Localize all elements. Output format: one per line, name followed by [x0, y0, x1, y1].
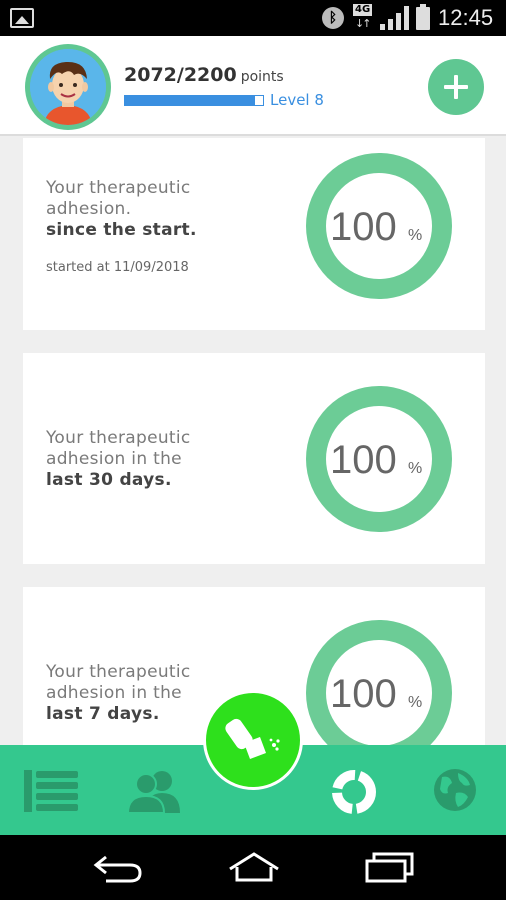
system-nav-bar	[0, 835, 506, 900]
level-label: Level 8	[270, 91, 324, 109]
list-icon	[24, 770, 78, 812]
tab-list[interactable]	[0, 745, 104, 835]
adhesion-chart-icon	[332, 770, 376, 814]
gallery-notification-icon	[10, 8, 34, 28]
tab-world[interactable]	[404, 745, 506, 835]
adhesion-value: 100	[330, 672, 397, 716]
adhesion-card-since-start: Your therapeutic adhesion. since the sta…	[23, 138, 485, 330]
card-line-3: since the start.	[46, 220, 197, 240]
card-line-3: last 7 days.	[46, 704, 160, 724]
bluetooth-icon: ᛒ	[322, 7, 344, 29]
inhaler-icon	[225, 718, 280, 759]
adhesion-unit: %	[408, 227, 423, 244]
adhesion-value: 100	[330, 438, 397, 482]
card-description: Your therapeutic adhesion in the last 30…	[46, 428, 191, 491]
card-description: Your therapeutic adhesion in the last 7 …	[46, 662, 191, 725]
tab-community[interactable]	[104, 745, 204, 835]
back-icon[interactable]	[90, 853, 144, 883]
points-value: 2072/2200	[124, 64, 237, 86]
status-bar: ᛒ 4G ↓↑ 12:45	[0, 0, 506, 36]
people-icon	[126, 771, 180, 813]
adhesion-unit: %	[408, 460, 423, 477]
level-progress-bar	[124, 95, 264, 106]
adhesion-card-30-days: Your therapeutic adhesion in the last 30…	[23, 353, 485, 564]
points-suffix: points	[240, 69, 284, 85]
card-line-3: last 30 days.	[46, 470, 172, 490]
tab-adhesion[interactable]	[304, 745, 404, 835]
home-icon[interactable]	[226, 851, 282, 883]
card-line-1: Your therapeutic	[46, 428, 191, 448]
adhesion-value: 100	[330, 205, 397, 249]
card-line-2: adhesion in the	[46, 449, 182, 469]
adhesion-ring: 100 %	[306, 386, 452, 532]
points-counter: 2072/2200 points	[124, 64, 284, 86]
clock: 12:45	[438, 5, 494, 30]
battery-icon	[416, 4, 430, 30]
card-line-1: Your therapeutic	[46, 662, 191, 682]
card-start-date: started at 11/09/2018	[46, 260, 189, 275]
network-type-badge: 4G	[353, 4, 373, 16]
add-button[interactable]	[428, 59, 484, 115]
card-line-2: adhesion in the	[46, 683, 182, 703]
avatar[interactable]	[25, 44, 111, 130]
globe-icon	[434, 769, 476, 811]
card-description: Your therapeutic adhesion. since the sta…	[46, 178, 197, 241]
avatar-image	[30, 49, 106, 125]
recent-apps-icon[interactable]	[364, 851, 416, 883]
app-header: 2072/2200 points Level 8	[0, 36, 506, 136]
adhesion-ring: 100 %	[306, 153, 452, 299]
user-avatar-icon	[30, 49, 106, 125]
inhaler-button[interactable]	[203, 690, 303, 790]
data-transfer-icon: ↓↑	[355, 17, 372, 30]
card-line-2: adhesion.	[46, 199, 132, 219]
adhesion-unit: %	[408, 694, 423, 711]
signal-strength-icon	[380, 6, 409, 30]
level-progress-fill	[125, 96, 255, 105]
card-line-1: Your therapeutic	[46, 178, 191, 198]
